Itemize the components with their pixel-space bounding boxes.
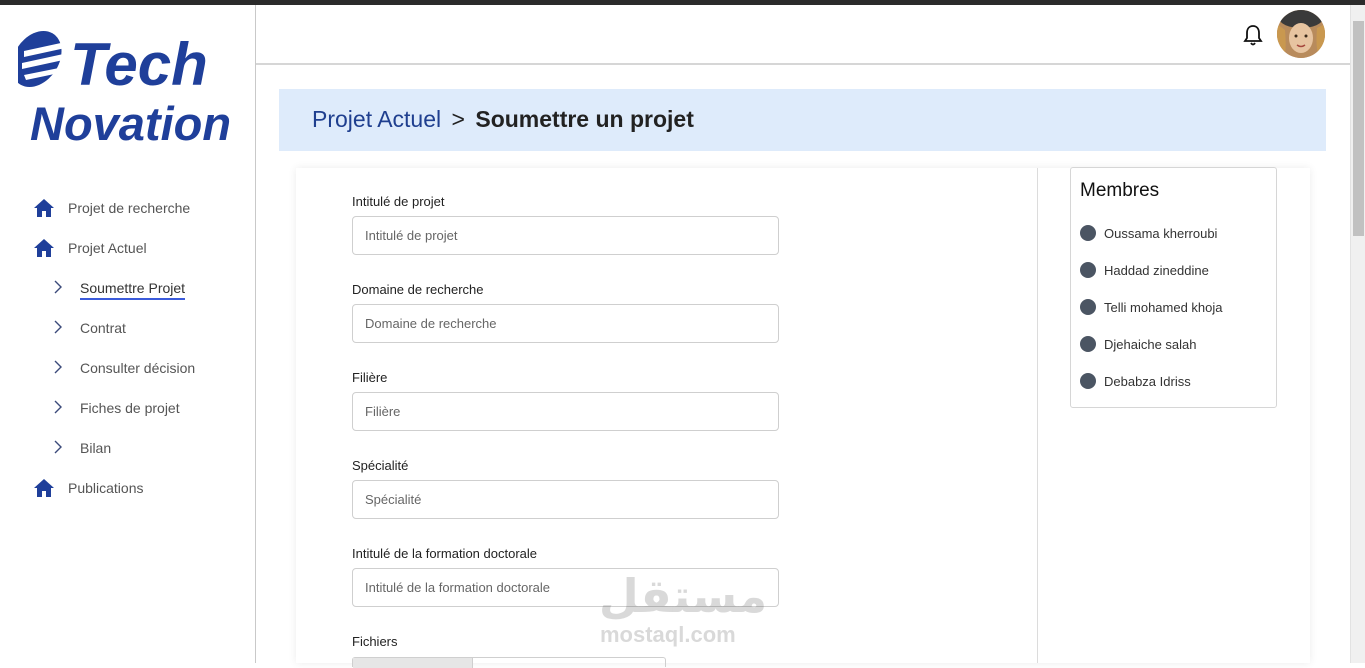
field-label: Filière <box>352 370 388 385</box>
sidebar-item-bilan[interactable]: Bilan <box>0 433 255 463</box>
page-scrollbar[interactable] <box>1350 5 1365 663</box>
user-avatar[interactable] <box>1277 10 1325 58</box>
sidebar-item-fiches-de-projet[interactable]: Fiches de projet <box>0 393 255 423</box>
breadcrumb: Projet Actuel > Soumettre un projet <box>279 89 1326 151</box>
scrollbar-thumb[interactable] <box>1353 21 1364 236</box>
chevron-right-icon <box>54 320 62 334</box>
vertical-divider <box>1037 168 1038 663</box>
sidebar-item-label: Fiches de projet <box>80 400 180 416</box>
page-title: Soumettre un projet <box>475 106 694 132</box>
sidebar-item-label: Projet de recherche <box>68 200 191 216</box>
breadcrumb-separator: > <box>451 106 465 132</box>
member-status-dot <box>1080 262 1096 278</box>
chevron-right-icon <box>54 400 62 414</box>
member-name: Djehaiche salah <box>1104 336 1197 352</box>
home-icon <box>34 199 54 217</box>
field-label: Domaine de recherche <box>352 282 484 297</box>
sidebar-item-publications[interactable]: Publications <box>0 473 255 503</box>
member-status-dot <box>1080 373 1096 389</box>
research-domain-input[interactable] <box>352 304 779 343</box>
member-name: Haddad zineddine <box>1104 262 1209 278</box>
member-item: Oussama kherroubi <box>1080 223 1217 243</box>
member-item: Debabza Idriss <box>1080 371 1191 391</box>
chevron-right-icon <box>54 280 62 294</box>
member-name: Oussama kherroubi <box>1104 225 1218 241</box>
member-status-dot <box>1080 336 1096 352</box>
sidebar-item-soumettre-projet[interactable]: Soumettre Projet <box>0 273 255 303</box>
breadcrumb-parent-link[interactable]: Projet Actuel <box>312 106 441 132</box>
member-item: Telli mohamed khoja <box>1080 297 1223 317</box>
home-icon <box>34 479 54 497</box>
member-item: Djehaiche salah <box>1080 334 1197 354</box>
filiere-input[interactable] <box>352 392 779 431</box>
chevron-right-icon <box>54 440 62 454</box>
member-name: Debabza Idriss <box>1104 373 1191 389</box>
bell-icon[interactable] <box>1242 23 1264 47</box>
specialite-input[interactable] <box>352 480 779 519</box>
field-label: Intitulé de la formation doctorale <box>352 546 537 561</box>
sidebar-item-contrat[interactable]: Contrat <box>0 313 255 343</box>
members-panel: Membres Oussama kherroubi Haddad zineddi… <box>1070 167 1277 408</box>
member-name: Telli mohamed khoja <box>1104 299 1223 315</box>
chevron-right-icon <box>54 360 62 374</box>
project-title-input[interactable] <box>352 216 779 255</box>
sidebar-item-label: Projet Actuel <box>68 240 147 256</box>
choose-file-button[interactable] <box>353 658 473 668</box>
avatar-image <box>1277 10 1325 58</box>
top-header <box>256 5 1350 65</box>
svg-text:Novation: Novation <box>30 97 231 148</box>
svg-text:Tech: Tech <box>70 31 208 98</box>
files-label: Fichiers <box>352 634 398 649</box>
sidebar-item-label: Contrat <box>80 320 126 336</box>
member-item: Haddad zineddine <box>1080 260 1209 280</box>
tech-novation-logo: Tech Novation <box>18 31 231 148</box>
brand-logo[interactable]: Tech Novation <box>18 23 238 148</box>
doctoral-training-input[interactable] <box>352 568 779 607</box>
sidebar-item-consulter-decision[interactable]: Consulter décision <box>0 353 255 383</box>
sidebar-item-label: Soumettre Projet <box>80 280 186 300</box>
sidebar-item-projet-actuel[interactable]: Projet Actuel <box>0 233 255 263</box>
sidebar-item-label: Publications <box>68 480 144 496</box>
file-upload-input[interactable] <box>352 657 666 668</box>
member-status-dot <box>1080 299 1096 315</box>
sidebar-item-label: Consulter décision <box>80 360 196 376</box>
sidebar: Tech Novation Projet de recherche Projet… <box>0 5 256 663</box>
member-status-dot <box>1080 225 1096 241</box>
sidebar-item-label: Bilan <box>80 440 112 456</box>
sidebar-item-projet-de-recherche[interactable]: Projet de recherche <box>0 193 255 223</box>
field-label: Spécialité <box>352 458 409 473</box>
field-label: Intitulé de projet <box>352 194 445 209</box>
home-icon <box>34 239 54 257</box>
members-title: Membres <box>1080 180 1160 201</box>
